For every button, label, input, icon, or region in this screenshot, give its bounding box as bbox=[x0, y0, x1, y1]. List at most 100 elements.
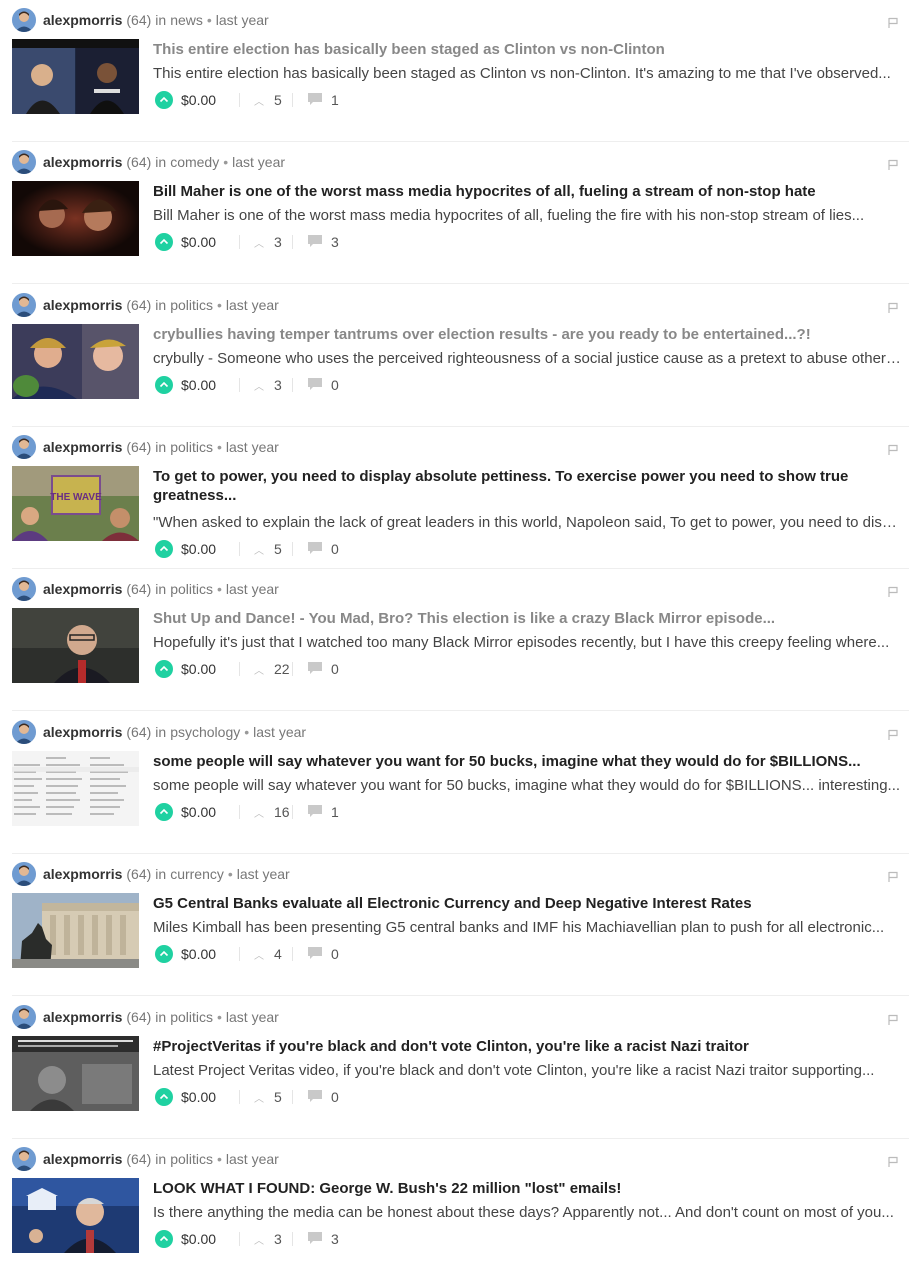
author-name[interactable]: alexpmorris bbox=[43, 724, 122, 740]
post-payout[interactable]: $0.00 bbox=[181, 1089, 231, 1105]
author-avatar[interactable] bbox=[12, 862, 36, 886]
upvote-icon[interactable] bbox=[155, 233, 173, 251]
comment-count[interactable]: 0 bbox=[307, 377, 339, 394]
author-name[interactable]: alexpmorris bbox=[43, 1009, 122, 1025]
post-payout[interactable]: $0.00 bbox=[181, 541, 231, 557]
vote-count[interactable]: ︿ 5 bbox=[254, 92, 282, 108]
post-time[interactable]: last year bbox=[226, 581, 279, 597]
flag-icon[interactable] bbox=[887, 443, 899, 455]
post-title[interactable]: This entire election has basically been … bbox=[153, 40, 905, 59]
post-summary[interactable]: Latest Project Veritas video, if you're … bbox=[153, 1061, 905, 1080]
upvote-icon[interactable] bbox=[155, 91, 173, 109]
author-avatar[interactable] bbox=[12, 1005, 36, 1029]
flag-icon[interactable] bbox=[887, 870, 899, 882]
vote-count[interactable]: ︿ 3 bbox=[254, 377, 282, 393]
post-category[interactable]: comedy bbox=[170, 154, 219, 170]
post-title[interactable]: Shut Up and Dance! - You Mad, Bro? This … bbox=[153, 609, 905, 628]
vote-count[interactable]: ︿ 5 bbox=[254, 541, 282, 557]
post-summary[interactable]: Is there anything the media can be hones… bbox=[153, 1203, 905, 1222]
post-payout[interactable]: $0.00 bbox=[181, 1231, 231, 1247]
post-thumbnail[interactable] bbox=[12, 324, 139, 399]
post-title[interactable]: crybullies having temper tantrums over e… bbox=[153, 325, 905, 344]
upvote-icon[interactable] bbox=[155, 660, 173, 678]
post-summary[interactable]: some people will say whatever you want f… bbox=[153, 776, 905, 795]
post-time[interactable]: last year bbox=[226, 1151, 279, 1167]
author-name[interactable]: alexpmorris bbox=[43, 154, 122, 170]
author-avatar[interactable] bbox=[12, 577, 36, 601]
post-category[interactable]: politics bbox=[170, 297, 213, 313]
vote-count[interactable]: ︿ 4 bbox=[254, 946, 282, 962]
comment-count[interactable]: 1 bbox=[307, 92, 339, 109]
flag-icon[interactable] bbox=[887, 301, 899, 313]
post-thumbnail[interactable] bbox=[12, 181, 139, 256]
author-name[interactable]: alexpmorris bbox=[43, 12, 122, 28]
post-thumbnail[interactable]: THE WAVE bbox=[12, 466, 139, 541]
comment-count[interactable]: 0 bbox=[307, 946, 339, 963]
post-time[interactable]: last year bbox=[237, 866, 290, 882]
post-thumbnail[interactable] bbox=[12, 608, 139, 683]
post-title[interactable]: To get to power, you need to display abs… bbox=[153, 467, 905, 505]
vote-count[interactable]: ︿ 16 bbox=[254, 804, 290, 820]
upvote-icon[interactable] bbox=[155, 1230, 173, 1248]
flag-icon[interactable] bbox=[887, 16, 899, 28]
post-payout[interactable]: $0.00 bbox=[181, 377, 231, 393]
author-avatar[interactable] bbox=[12, 720, 36, 744]
post-payout[interactable]: $0.00 bbox=[181, 234, 231, 250]
upvote-icon[interactable] bbox=[155, 376, 173, 394]
comment-count[interactable]: 0 bbox=[307, 541, 339, 558]
flag-icon[interactable] bbox=[887, 728, 899, 740]
upvote-icon[interactable] bbox=[155, 803, 173, 821]
comment-count[interactable]: 0 bbox=[307, 661, 339, 678]
author-avatar[interactable] bbox=[12, 150, 36, 174]
author-name[interactable]: alexpmorris bbox=[43, 439, 122, 455]
vote-count[interactable]: ︿ 3 bbox=[254, 1231, 282, 1247]
post-category[interactable]: politics bbox=[170, 439, 213, 455]
post-summary[interactable]: crybully - Someone who uses the perceive… bbox=[153, 349, 905, 368]
upvote-icon[interactable] bbox=[155, 945, 173, 963]
post-category[interactable]: politics bbox=[170, 1151, 213, 1167]
upvote-icon[interactable] bbox=[155, 540, 173, 558]
post-title[interactable]: #ProjectVeritas if you're black and don'… bbox=[153, 1037, 905, 1056]
post-summary[interactable]: Bill Maher is one of the worst mass medi… bbox=[153, 206, 905, 225]
post-payout[interactable]: $0.00 bbox=[181, 661, 231, 677]
post-payout[interactable]: $0.00 bbox=[181, 804, 231, 820]
flag-icon[interactable] bbox=[887, 158, 899, 170]
post-time[interactable]: last year bbox=[226, 1009, 279, 1025]
post-time[interactable]: last year bbox=[216, 12, 269, 28]
post-time[interactable]: last year bbox=[226, 439, 279, 455]
post-payout[interactable]: $0.00 bbox=[181, 92, 231, 108]
vote-count[interactable]: ︿ 5 bbox=[254, 1089, 282, 1105]
author-name[interactable]: alexpmorris bbox=[43, 297, 122, 313]
upvote-icon[interactable] bbox=[155, 1088, 173, 1106]
post-summary[interactable]: "When asked to explain the lack of great… bbox=[153, 513, 905, 532]
comment-count[interactable]: 0 bbox=[307, 1089, 339, 1106]
post-title[interactable]: G5 Central Banks evaluate all Electronic… bbox=[153, 894, 905, 913]
post-payout[interactable]: $0.00 bbox=[181, 946, 231, 962]
comment-count[interactable]: 1 bbox=[307, 804, 339, 821]
author-name[interactable]: alexpmorris bbox=[43, 1151, 122, 1167]
post-thumbnail[interactable] bbox=[12, 1036, 139, 1111]
post-time[interactable]: last year bbox=[226, 297, 279, 313]
author-avatar[interactable] bbox=[12, 1147, 36, 1171]
post-category[interactable]: currency bbox=[170, 866, 224, 882]
flag-icon[interactable] bbox=[887, 1013, 899, 1025]
vote-count[interactable]: ︿ 3 bbox=[254, 234, 282, 250]
post-title[interactable]: LOOK WHAT I FOUND: George W. Bush's 22 m… bbox=[153, 1179, 905, 1198]
post-title[interactable]: Bill Maher is one of the worst mass medi… bbox=[153, 182, 905, 201]
comment-count[interactable]: 3 bbox=[307, 234, 339, 251]
author-name[interactable]: alexpmorris bbox=[43, 866, 122, 882]
flag-icon[interactable] bbox=[887, 585, 899, 597]
post-thumbnail[interactable] bbox=[12, 1178, 139, 1253]
comment-count[interactable]: 3 bbox=[307, 1231, 339, 1248]
post-category[interactable]: news bbox=[170, 12, 203, 28]
post-summary[interactable]: Hopefully it's just that I watched too m… bbox=[153, 633, 905, 652]
author-avatar[interactable] bbox=[12, 435, 36, 459]
post-time[interactable]: last year bbox=[232, 154, 285, 170]
post-category[interactable]: politics bbox=[170, 581, 213, 597]
author-avatar[interactable] bbox=[12, 8, 36, 32]
author-avatar[interactable] bbox=[12, 293, 36, 317]
post-thumbnail[interactable] bbox=[12, 39, 139, 114]
author-name[interactable]: alexpmorris bbox=[43, 581, 122, 597]
post-thumbnail[interactable] bbox=[12, 751, 139, 826]
flag-icon[interactable] bbox=[887, 1155, 899, 1167]
